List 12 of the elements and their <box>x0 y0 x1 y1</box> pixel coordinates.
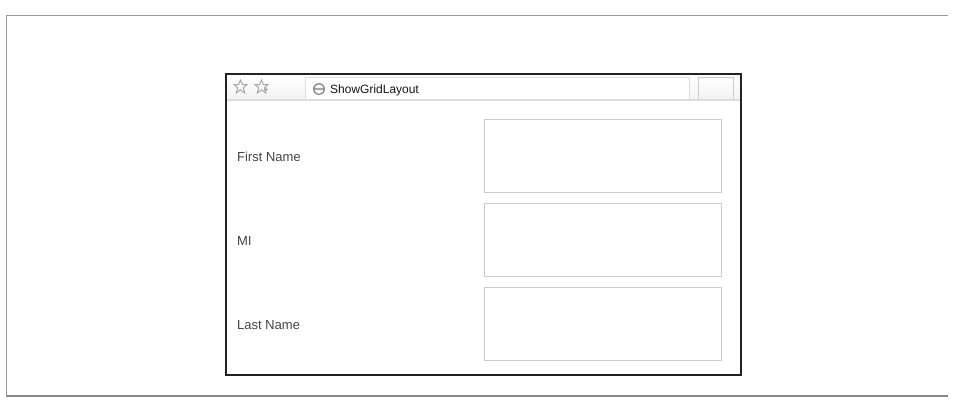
star-icon[interactable] <box>254 79 269 94</box>
tab-title: ShowGridLayout <box>330 82 419 96</box>
field-label: MI <box>237 232 252 248</box>
browser-tab[interactable]: ShowGridLayout <box>305 77 690 99</box>
field-label: Last Name <box>237 316 301 332</box>
field-label: First Name <box>237 148 302 164</box>
globe-icon <box>312 82 326 96</box>
text-field[interactable] <box>484 119 722 193</box>
new-tab-button[interactable] <box>698 77 734 99</box>
star-icon[interactable] <box>233 79 248 94</box>
text-field[interactable] <box>484 287 722 361</box>
text-field[interactable] <box>484 203 722 277</box>
